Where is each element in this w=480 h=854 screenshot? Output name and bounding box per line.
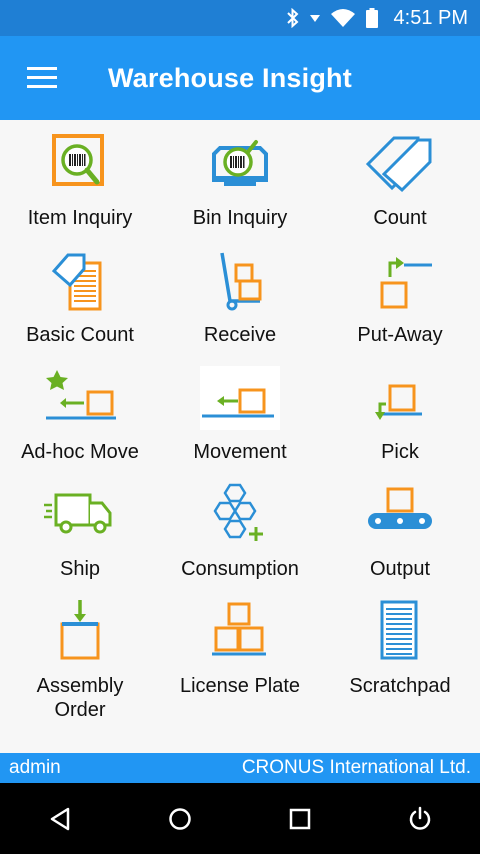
bluetooth-icon <box>286 8 298 28</box>
tile-label: Ship <box>59 558 101 580</box>
recents-button[interactable] <box>270 789 330 849</box>
power-button[interactable] <box>390 789 450 849</box>
tile-license-plate[interactable]: License Plate <box>160 588 320 753</box>
tile-label: Basic Count <box>26 324 134 346</box>
scratchpad-icon <box>380 600 418 660</box>
tile-adhoc-move[interactable]: Ad-hoc Move <box>0 354 160 471</box>
app-screen: 4:51 PM Warehouse Insight Item Inquiry B… <box>0 0 480 854</box>
app-title: Warehouse Insight <box>108 62 352 93</box>
conveyor-icon <box>368 487 432 529</box>
tile-receive[interactable]: Receive <box>160 237 320 354</box>
tile-label: Bin Inquiry <box>192 207 288 229</box>
recents-icon <box>289 808 311 829</box>
back-button[interactable] <box>30 789 90 849</box>
tile-item-inquiry[interactable]: Item Inquiry <box>0 120 160 237</box>
signal-icon <box>309 15 320 22</box>
tile-ship[interactable]: Ship <box>0 471 160 588</box>
tile-label: Put-Away <box>357 324 443 346</box>
tile-label: Assembly Order <box>36 675 124 721</box>
tile-label: Pick <box>381 441 419 463</box>
tile-label: Count <box>373 207 427 229</box>
status-bar: 4:51 PM <box>0 0 480 36</box>
footer-user: admin <box>9 757 61 778</box>
menu-button[interactable] <box>0 36 84 120</box>
home-button[interactable] <box>150 789 210 849</box>
tile-bin-inquiry[interactable]: Bin Inquiry <box>160 120 320 237</box>
bin-inquiry-icon <box>212 140 268 186</box>
footer-company: CRONUS International Ltd. <box>241 757 471 778</box>
tile-label: Consumption <box>181 558 299 580</box>
assembly-order-icon <box>60 600 100 660</box>
tile-label: License Plate <box>179 675 301 697</box>
tile-label: Ad-hoc Move <box>21 441 139 463</box>
tile-label: Output <box>369 558 431 580</box>
tile-label: Item Inquiry <box>27 207 133 229</box>
tile-basic-count[interactable]: Basic Count <box>0 237 160 354</box>
tile-count[interactable]: Count <box>320 120 480 237</box>
function-grid: Item Inquiry Bin Inquiry Count Basic Cou… <box>0 120 480 753</box>
tile-label: Receive <box>203 324 277 346</box>
hand-truck-icon <box>220 252 262 311</box>
tile-scratchpad[interactable]: Scratchpad <box>320 588 480 753</box>
basic-count-icon <box>51 253 102 311</box>
count-tags-icon <box>365 136 432 193</box>
consumption-icon <box>213 483 263 541</box>
tile-pick[interactable]: Pick <box>320 354 480 471</box>
tile-label: Scratchpad <box>349 675 451 697</box>
home-icon <box>169 807 191 830</box>
movement-icon <box>202 388 274 418</box>
battery-icon <box>365 8 378 28</box>
app-bar: Warehouse Insight <box>0 36 480 120</box>
truck-icon <box>44 493 112 534</box>
tile-put-away[interactable]: Put-Away <box>320 237 480 354</box>
item-inquiry-icon <box>52 134 104 186</box>
tile-label: Movement <box>193 441 287 463</box>
tile-movement[interactable]: Movement <box>160 354 320 471</box>
status-time: 4:51 PM <box>393 6 468 29</box>
wifi-icon <box>330 9 355 27</box>
tile-output[interactable]: Output <box>320 471 480 588</box>
adhoc-move-icon <box>46 370 116 420</box>
tile-consumption[interactable]: Consumption <box>160 471 320 588</box>
footer-bar: admin CRONUS International Ltd. <box>0 753 480 783</box>
pick-icon <box>375 384 422 420</box>
power-icon <box>409 806 431 830</box>
android-nav-bar <box>0 783 480 854</box>
hamburger-menu-icon <box>27 67 57 88</box>
back-icon <box>50 807 70 830</box>
put-away-icon <box>380 257 432 309</box>
license-plate-icon <box>212 602 266 656</box>
tile-assembly-order[interactable]: Assembly Order <box>0 588 160 753</box>
